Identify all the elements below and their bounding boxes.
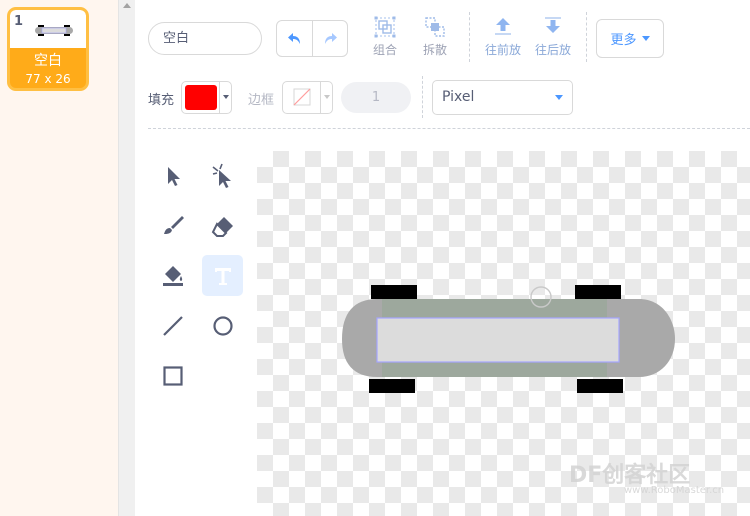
toolbar-divider [586, 12, 587, 62]
eraser-tool[interactable] [202, 205, 243, 246]
group-button[interactable]: 组合 [360, 14, 410, 62]
text-tool[interactable] [202, 255, 243, 296]
costume-size: 77 x 26 [25, 72, 71, 86]
chevron-down-icon [641, 36, 650, 41]
chevron-down-icon [555, 95, 563, 100]
undo-button[interactable] [277, 21, 312, 56]
fill-bucket-icon [162, 265, 183, 286]
mode-select-value: Pixel [442, 89, 475, 105]
toolbar-divider [422, 76, 423, 118]
wheel-top-right [575, 285, 621, 299]
costume-name: 空白 [34, 53, 62, 69]
car-window [376, 317, 620, 363]
toolbar-divider [469, 12, 470, 62]
rectangle-icon [162, 365, 183, 386]
watermark: DF创客社区 www.RoboMaster.cn [569, 457, 724, 496]
undo-icon [287, 32, 300, 44]
backward-button[interactable]: 往后放 [528, 14, 578, 62]
watermark-subtext: www.RoboMaster.cn [624, 485, 725, 496]
brush-tool[interactable] [152, 205, 193, 246]
outline-color-picker[interactable] [282, 81, 333, 114]
forward-icon [495, 18, 511, 35]
no-color-icon [293, 88, 311, 106]
outline-label: 边框 [248, 93, 275, 108]
outline-width-input[interactable]: 1 [341, 82, 411, 113]
chevron-down-icon [320, 82, 333, 113]
toolbar-separator [148, 128, 750, 129]
select-arrow-icon [167, 166, 180, 186]
line-tool[interactable] [152, 305, 193, 346]
scroll-up-arrow-icon[interactable] [123, 3, 131, 8]
forward-label: 往前放 [484, 43, 521, 57]
line-icon [162, 315, 183, 336]
eraser-icon [211, 216, 233, 237]
forward-button[interactable]: 往前放 [478, 14, 528, 62]
brush-icon [163, 215, 184, 234]
ungroup-label: 拆散 [422, 43, 447, 57]
paint-editor: 空白 组合 拆散 往前放 往后放 更多 填充 边框 1 Pixel DF创客社区… [136, 0, 750, 516]
group-icon [374, 16, 396, 38]
mode-select[interactable]: Pixel [432, 80, 573, 115]
chevron-down-icon [219, 82, 232, 113]
redo-icon [325, 32, 337, 44]
circle-tool[interactable] [202, 305, 243, 346]
backward-icon [545, 17, 561, 33]
reshape-tool[interactable] [202, 155, 243, 196]
reshape-icon [212, 163, 231, 188]
fill-color-swatch [185, 85, 217, 110]
more-label: 更多 [610, 33, 637, 48]
circle-icon [212, 315, 233, 336]
wheel-bottom-left [369, 379, 415, 393]
costume-thumbnail-car-icon [35, 25, 73, 36]
wheel-top-left [371, 285, 417, 299]
fill-color-picker[interactable] [181, 81, 232, 114]
costume-list: 1 空白 77 x 26 [0, 0, 118, 516]
ungroup-button[interactable]: 拆散 [410, 14, 460, 62]
group-label: 组合 [372, 43, 397, 57]
ungroup-icon [425, 17, 445, 37]
costume-item-selected[interactable]: 1 空白 77 x 26 [7, 7, 89, 91]
costume-name-input[interactable]: 空白 [148, 22, 262, 55]
costume-list-scrollbar[interactable] [118, 0, 135, 516]
text-icon [214, 267, 231, 285]
fill-tool[interactable] [152, 255, 193, 296]
undo-redo-group [276, 20, 348, 57]
redo-button[interactable] [312, 21, 347, 56]
costume-number: 1 [14, 14, 24, 29]
backward-label: 往后放 [534, 43, 571, 57]
rectangle-tool[interactable] [152, 355, 193, 396]
wheel-bottom-right [577, 379, 623, 393]
more-button[interactable]: 更多 [596, 19, 664, 58]
fill-label: 填充 [148, 93, 175, 108]
select-tool[interactable] [152, 155, 193, 196]
